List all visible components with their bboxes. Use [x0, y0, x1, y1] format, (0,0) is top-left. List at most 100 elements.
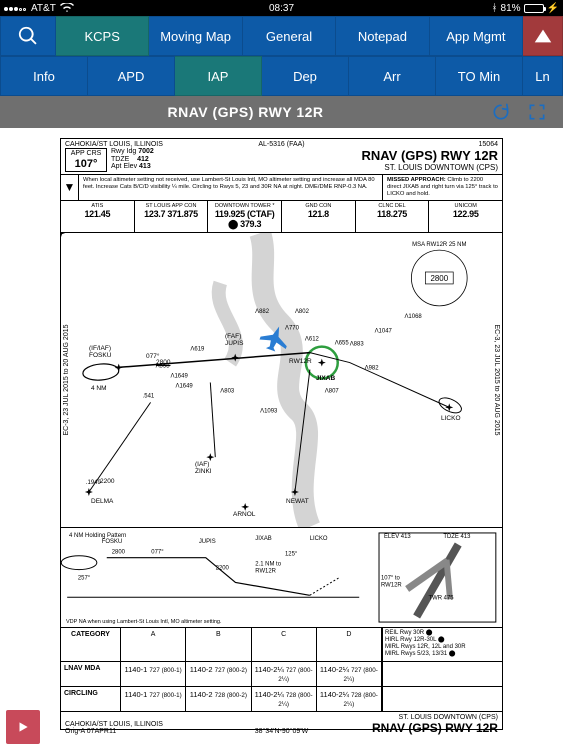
missed-approach: MISSED APPROACH: Climb to 2200 direct JI… [382, 175, 502, 200]
airport-name: ST. LOUIS DOWNTOWN (CPS) [361, 163, 498, 172]
msa-alt: 2800 [430, 274, 448, 283]
fix-rw12r: RW12R [289, 358, 312, 365]
planview-map: MSA RW12R 25 NM 2800 [61, 233, 502, 527]
apd-label: APD [118, 69, 145, 84]
approach-name: RNAV (GPS) RWY 12R [361, 148, 498, 163]
lnav-label: LNAV MDA [61, 662, 121, 686]
charging-icon: ⚡ [547, 3, 559, 14]
lnav-d: 1140-2¼ 727 (800-2¼) [317, 662, 382, 686]
to-min-tab[interactable]: TO Min [436, 56, 523, 96]
status-bar: AT&T 08:37 ᚼ 81% ⚡ [0, 0, 563, 16]
foot-approach: RNAV (GPS) RWY 12R [354, 721, 498, 735]
app-mgmt-label: App Mgmt [446, 29, 505, 44]
rotate-icon [491, 102, 511, 122]
foot-coords: 38°34'N-90°09'W [209, 728, 353, 735]
foot-amend: Orig-A 07APR11 [65, 728, 209, 735]
main-tabs: KCPS Moving Map General Notepad App Mgmt [0, 16, 563, 56]
svg-text:TDZE 413: TDZE 413 [443, 534, 471, 540]
svg-text:2200: 2200 [216, 565, 230, 571]
carrier-label: AT&T [31, 3, 56, 14]
svg-text:JIXAB: JIXAB [255, 536, 272, 542]
circ-c: 1140-2¼ 728 (800-2¼) [252, 687, 317, 711]
svg-text:Λ803: Λ803 [220, 388, 235, 394]
cat-c: C [252, 628, 317, 661]
freq-cell: CLNC DEL118.275 [356, 201, 430, 232]
moving-map-tab[interactable]: Moving Map [149, 16, 242, 56]
app-mgmt-tab[interactable]: App Mgmt [430, 16, 523, 56]
plate-notes: When local altimeter setting not receive… [79, 175, 382, 200]
lnav-c: 1140-2¼ 727 (800-2¼) [252, 662, 317, 686]
play-icon [16, 720, 30, 734]
runway-info: Rwy Idg 7002 TDZE 412 Apt Elev 413 [111, 148, 154, 171]
fix-newat: NEWAT [286, 498, 309, 505]
dist-4nm: 4 NM [91, 385, 107, 392]
svg-text:Λ1649: Λ1649 [175, 383, 193, 389]
svg-text:125°: 125° [285, 552, 298, 558]
chart-area[interactable]: CAHOKIA/ST LOUIS, ILLINOIS AL-5316 (FAA)… [0, 128, 563, 750]
vdp-note: VDP NA when using Lambert-St Louis Intl,… [66, 619, 222, 625]
triangle-up-icon [532, 25, 554, 47]
fix-licko: LICKO [441, 415, 461, 422]
svg-text:Λ612: Λ612 [305, 337, 320, 343]
lnav-a: 1140-1 727 (800-1) [121, 662, 186, 686]
general-tab[interactable]: General [243, 16, 336, 56]
fullscreen-button[interactable] [527, 102, 547, 122]
freq-cell: ATIS121.45 [61, 201, 135, 232]
svg-text:Λ807: Λ807 [325, 388, 340, 394]
cat-a: A [121, 628, 186, 661]
notepad-tab[interactable]: Notepad [336, 16, 429, 56]
notepad-label: Notepad [358, 29, 407, 44]
freq-cell: UNICOM122.95 [429, 201, 502, 232]
moving-map-label: Moving Map [160, 29, 231, 44]
tdze-value: 412 [137, 156, 149, 163]
ln-label: Ln [535, 69, 549, 84]
general-label: General [266, 29, 312, 44]
svg-text:Λ655: Λ655 [335, 341, 350, 347]
circ-b: 1140-2 728 (800-2) [186, 687, 251, 711]
iap-tab[interactable]: IAP [175, 56, 262, 96]
dep-label: Dep [293, 69, 317, 84]
freq-cell: DOWNTOWN TOWER *119.925 (CTAF) ⬤ 379.3 [208, 201, 282, 232]
plate-title: RNAV (GPS) RWY 12R [0, 104, 491, 120]
category-label: CATEGORY [61, 628, 121, 661]
fix-delma: DELMA [91, 498, 113, 505]
alt-2200: 2800 [156, 359, 170, 366]
plate-type-tabs: Info APD IAP Dep Arr TO Min Ln [0, 56, 563, 96]
search-button[interactable] [0, 16, 56, 56]
cat-b: B [186, 628, 251, 661]
ln-tab[interactable]: Ln [523, 56, 563, 96]
cat-d: D [317, 628, 382, 661]
svg-text:ELEV 413: ELEV 413 [384, 534, 411, 540]
info-label: Info [33, 69, 55, 84]
alt-2800: 2200 [100, 478, 114, 485]
search-icon [17, 25, 39, 47]
foot-city: CAHOKIA/ST LOUIS, ILLINOIS [65, 721, 209, 728]
cell-signal-icon [4, 3, 27, 14]
info-tab[interactable]: Info [0, 56, 88, 96]
dep-tab[interactable]: Dep [262, 56, 349, 96]
svg-text:JUPIS: JUPIS [199, 539, 216, 545]
svg-text:Λ802: Λ802 [295, 309, 310, 315]
svg-text:Λ883: Λ883 [350, 342, 365, 348]
alert-button[interactable] [523, 16, 563, 56]
profile-view: FOSKU JUPIS JIXAB LICKO 257° 077° 2200 2… [61, 528, 502, 628]
msa-label: MSA RW12R 25 NM [412, 242, 466, 248]
play-button[interactable] [6, 710, 40, 744]
svg-text:Λ1649: Λ1649 [171, 373, 189, 379]
arr-label: Arr [383, 69, 400, 84]
app-crs-label: APP CRS [67, 150, 105, 158]
fix-jixab: JIXAB [316, 375, 335, 382]
rwy-ldg-value: 7002 [138, 148, 154, 155]
warning-triangle-icon: ▼ [61, 175, 79, 200]
plate-amend-num: 15064 [354, 141, 498, 148]
svg-text:2800: 2800 [112, 550, 126, 556]
rwy-ldg-label: Rwy Idg [111, 148, 136, 155]
iap-label: IAP [208, 69, 229, 84]
svg-text:Λ619: Λ619 [190, 346, 205, 352]
svg-text:TWR 475: TWR 475 [429, 595, 455, 601]
airport-tab-label: KCPS [85, 29, 120, 44]
rotate-button[interactable] [491, 102, 511, 122]
apd-tab[interactable]: APD [88, 56, 175, 96]
airport-tab[interactable]: KCPS [56, 16, 149, 56]
arr-tab[interactable]: Arr [349, 56, 436, 96]
